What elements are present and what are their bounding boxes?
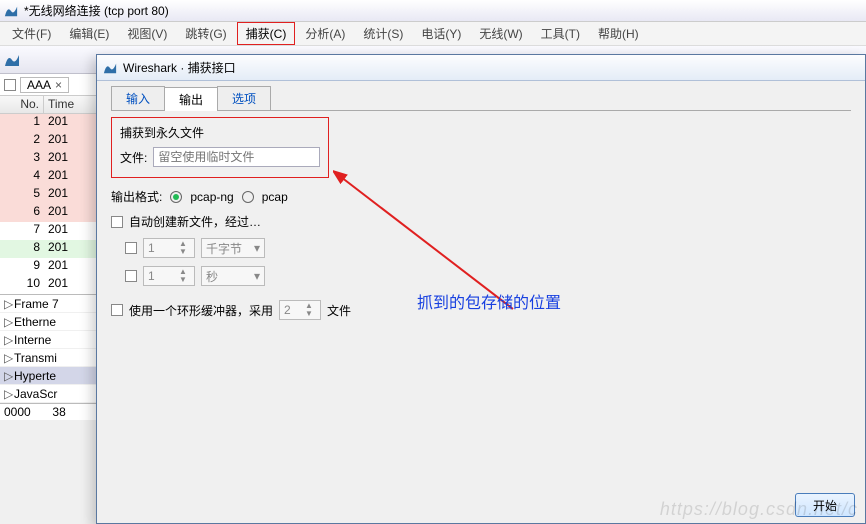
radio-pcapng[interactable] — [170, 191, 182, 203]
checkbox-ring-buffer[interactable] — [111, 304, 123, 316]
menu-capture[interactable]: 捕获(C) — [237, 22, 296, 45]
dialog-titlebar: Wireshark · 捕获接口 — [97, 55, 865, 81]
start-capture-button[interactable]: 开始 — [795, 493, 855, 517]
expand-icon[interactable]: ▷ — [4, 315, 14, 329]
permanent-file-label: 捕获到永久文件 — [120, 124, 320, 141]
expand-icon[interactable]: ▷ — [4, 333, 14, 347]
expand-icon[interactable]: ▷ — [4, 369, 14, 383]
size-unit-combo[interactable]: 千字节▾ — [201, 238, 265, 258]
permanent-file-group: 捕获到永久文件 文件: — [111, 117, 329, 178]
menu-stats[interactable]: 统计(S) — [355, 23, 411, 44]
menu-file[interactable]: 文件(F) — [4, 23, 59, 44]
menu-view[interactable]: 视图(V) — [119, 23, 175, 44]
col-header-no[interactable]: No. — [0, 96, 44, 113]
dialog-fin-icon — [103, 61, 117, 75]
menu-telephony[interactable]: 电话(Y) — [413, 23, 469, 44]
time-unit-combo[interactable]: 秒▾ — [201, 266, 265, 286]
menu-edit[interactable]: 编辑(E) — [61, 23, 117, 44]
expand-icon[interactable]: ▷ — [4, 387, 14, 401]
checkbox-time-trigger[interactable] — [125, 270, 137, 282]
capture-interfaces-dialog: Wireshark · 捕获接口 输入 输出 选项 捕获到永久文件 文件: 输出… — [96, 54, 866, 524]
dialog-tabs: 输入 输出 选项 — [111, 89, 851, 111]
main-window-title: *无线网络连接 (tcp port 80) — [24, 2, 169, 19]
checkbox-auto-new-file[interactable] — [111, 216, 123, 228]
capture-file-input[interactable] — [153, 147, 320, 167]
expand-icon[interactable]: ▷ — [4, 297, 14, 311]
auto-new-file-label: 自动创建新文件，经过… — [129, 213, 261, 230]
time-spin[interactable]: 1▲▼ — [143, 266, 195, 286]
menu-go[interactable]: 跳转(G) — [177, 23, 234, 44]
menu-analyze[interactable]: 分析(A) — [297, 23, 353, 44]
checkbox-size-trigger[interactable] — [125, 242, 137, 254]
expand-icon[interactable]: ▷ — [4, 351, 14, 365]
filter-clear-icon[interactable]: × — [55, 78, 62, 92]
wireshark-fin-icon — [4, 4, 18, 18]
menu-wireless[interactable]: 无线(W) — [471, 23, 530, 44]
main-window-titlebar: *无线网络连接 (tcp port 80) — [0, 0, 866, 22]
radio-pcap-label: pcap — [262, 190, 288, 204]
ring-count-spin[interactable]: 2▲▼ — [279, 300, 321, 320]
annotation-text: 抓到的包存储的位置 — [417, 289, 561, 313]
filter-bookmark-icon[interactable] — [4, 79, 16, 91]
radio-pcapng-label: pcap-ng — [190, 190, 233, 204]
menu-bar: 文件(F) 编辑(E) 视图(V) 跳转(G) 捕获(C) 分析(A) 统计(S… — [0, 22, 866, 46]
dialog-title: Wireshark · 捕获接口 — [123, 59, 236, 76]
toolbar-fin-icon — [4, 52, 20, 68]
radio-pcap[interactable] — [242, 191, 254, 203]
filter-chip[interactable]: AAA × — [20, 77, 69, 93]
filter-text: AAA — [27, 78, 51, 92]
size-spin[interactable]: 1▲▼ — [143, 238, 195, 258]
output-format-label: 输出格式: — [111, 188, 162, 205]
ring-buffer-label: 使用一个环形缓冲器，采用 — [129, 302, 273, 319]
menu-tools[interactable]: 工具(T) — [533, 23, 588, 44]
tab-options[interactable]: 选项 — [217, 86, 271, 110]
tab-input[interactable]: 输入 — [111, 86, 165, 110]
file-label: 文件: — [120, 149, 147, 166]
menu-help[interactable]: 帮助(H) — [590, 23, 647, 44]
tab-output[interactable]: 输出 — [164, 87, 218, 111]
